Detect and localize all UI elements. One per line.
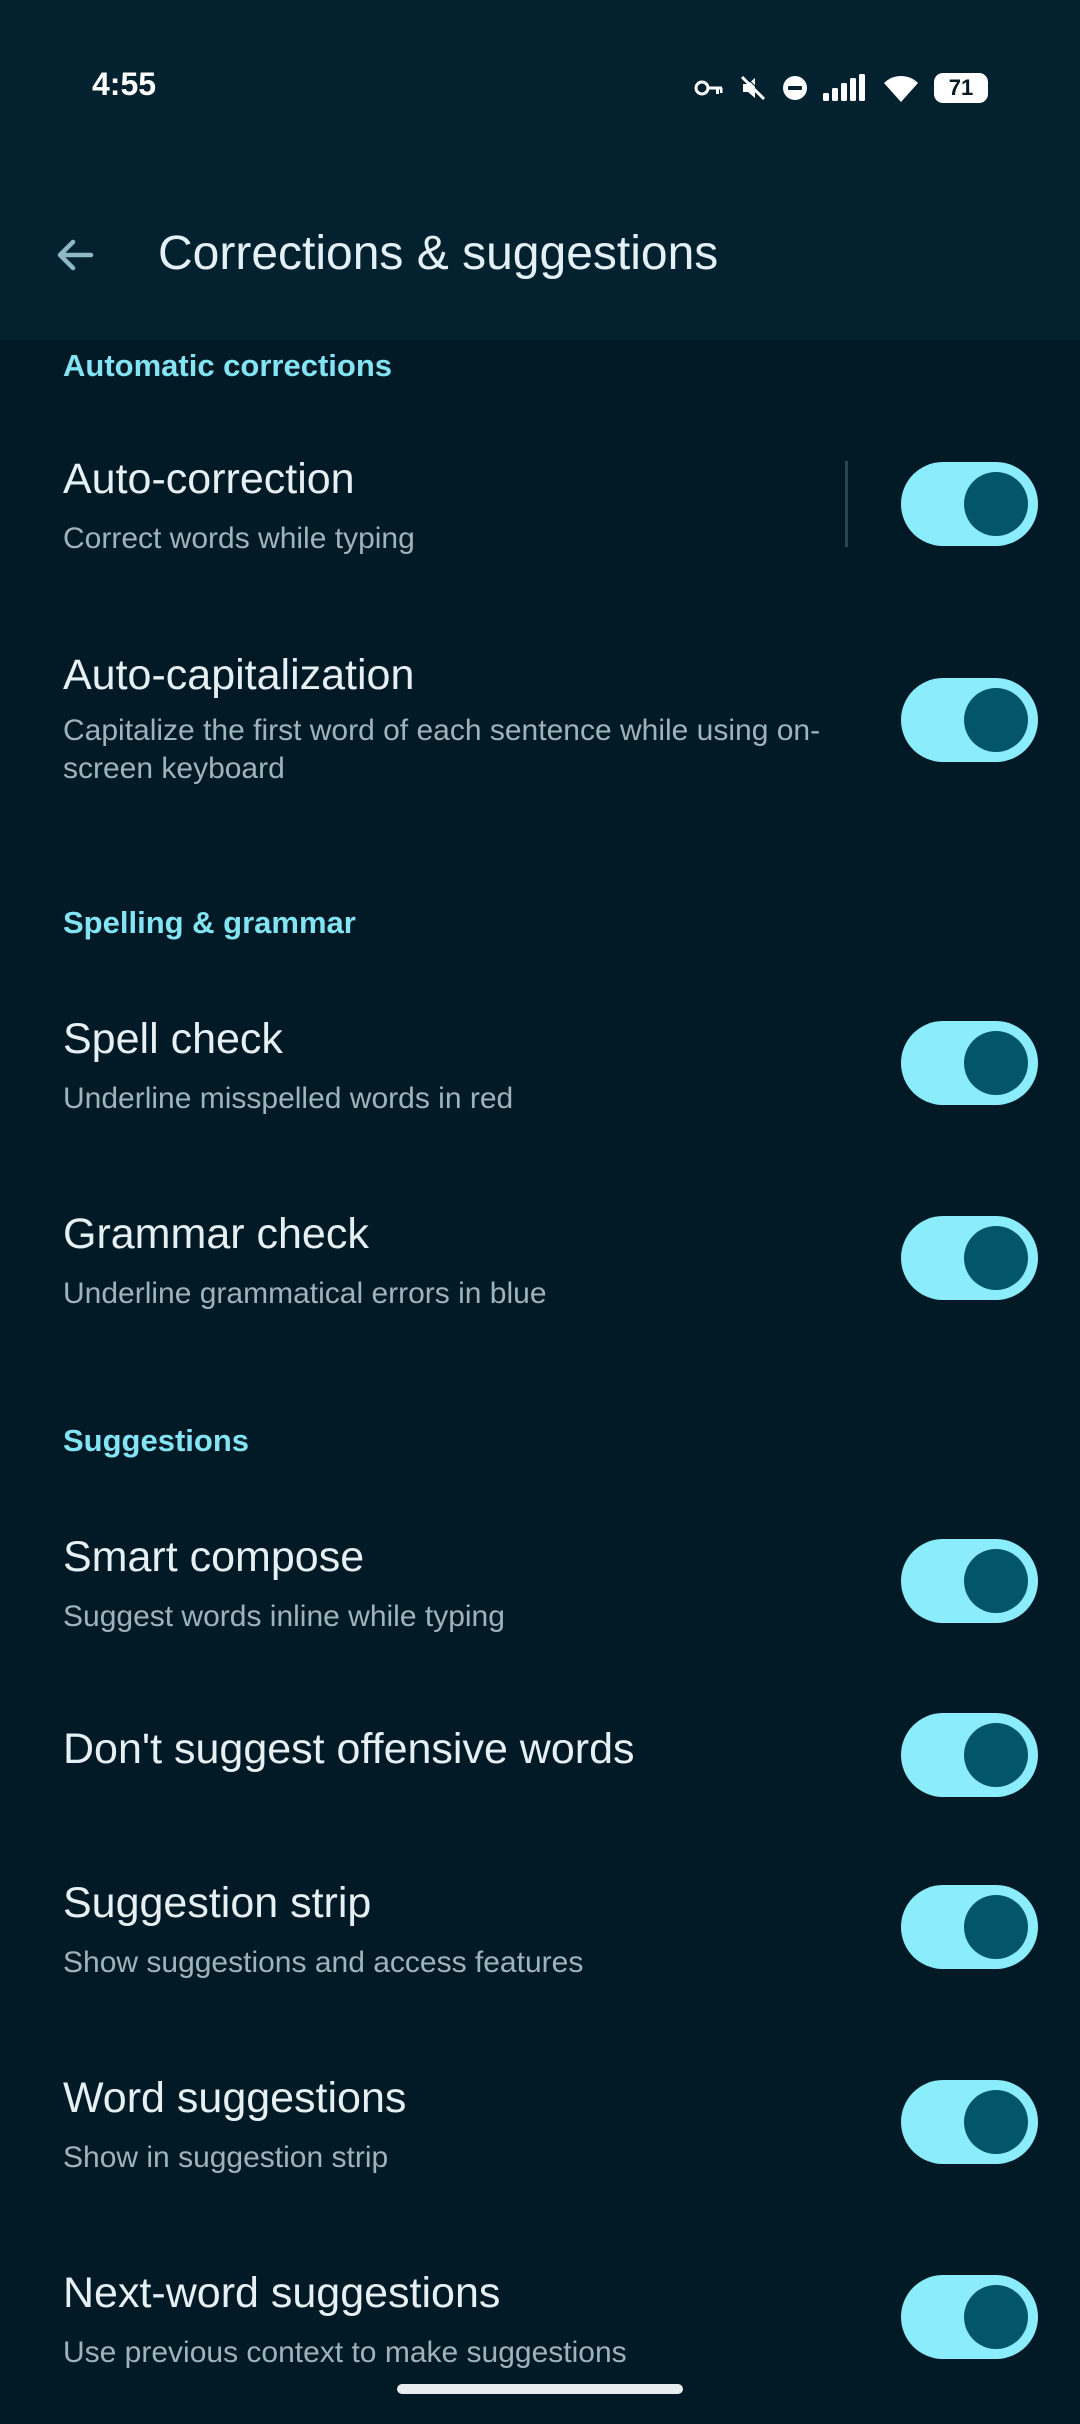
auto-capitalization-toggle[interactable]	[901, 678, 1038, 762]
setting-suggestion-strip[interactable]: Suggestion strip Show suggestions and ac…	[0, 1864, 1080, 2014]
toggle-thumb	[964, 1226, 1028, 1290]
toggle-thumb	[964, 1895, 1028, 1959]
vpn-key-icon	[694, 66, 724, 110]
setting-title: Grammar check	[63, 1210, 369, 1258]
section-spelling-grammar: Spelling & grammar	[63, 905, 356, 940]
setting-title: Next-word suggestions	[63, 2269, 501, 2317]
setting-spell-check[interactable]: Spell check Underline misspelled words i…	[0, 1000, 1080, 1150]
dnd-icon	[782, 66, 808, 110]
toggle-thumb	[964, 1031, 1028, 1095]
setting-next-word-suggestions[interactable]: Next-word suggestions Use previous conte…	[0, 2254, 1080, 2404]
toggle-thumb	[964, 1549, 1028, 1613]
setting-word-suggestions[interactable]: Word suggestions Show in suggestion stri…	[0, 2059, 1080, 2209]
top-app-bar: 4:55 71 Corrections & suggestions	[0, 0, 1080, 340]
back-button[interactable]	[40, 220, 110, 290]
home-gesture-bar[interactable]	[397, 2384, 683, 2394]
setting-title: Don't suggest offensive words	[63, 1725, 635, 1773]
toggle-thumb	[964, 688, 1028, 752]
page-title: Corrections & suggestions	[158, 227, 719, 280]
setting-subtitle: Show suggestions and access features	[63, 1946, 584, 1979]
setting-subtitle: Underline grammatical errors in blue	[63, 1277, 547, 1310]
offensive-words-toggle[interactable]	[901, 1713, 1038, 1797]
setting-subtitle: Underline misspelled words in red	[63, 1082, 514, 1115]
toggle-thumb	[964, 1723, 1028, 1787]
setting-title: Spell check	[63, 1015, 283, 1063]
section-suggestions: Suggestions	[63, 1423, 250, 1458]
setting-title: Auto-correction	[63, 455, 355, 503]
setting-subtitle: Capitalize the first word of each senten…	[63, 714, 821, 785]
smart-compose-toggle[interactable]	[901, 1539, 1038, 1623]
setting-auto-capitalization[interactable]: Auto-capitalization Capitalize the first…	[0, 636, 1080, 816]
grammar-check-toggle[interactable]	[901, 1216, 1038, 1300]
toggle-thumb	[964, 2090, 1028, 2154]
setting-auto-correction[interactable]: Auto-correction Correct words while typi…	[0, 440, 1080, 590]
word-suggestions-toggle[interactable]	[901, 2080, 1038, 2164]
status-icons: 71	[694, 66, 988, 110]
setting-smart-compose[interactable]: Smart compose Suggest words inline while…	[0, 1518, 1080, 1668]
setting-title: Auto-capitalization	[63, 651, 415, 699]
setting-subtitle: Use previous context to make suggestions	[63, 2336, 627, 2369]
setting-offensive-words[interactable]: Don't suggest offensive words	[0, 1710, 1080, 1830]
signal-icon	[822, 66, 868, 110]
setting-title: Smart compose	[63, 1533, 365, 1581]
auto-correction-toggle[interactable]	[901, 462, 1038, 546]
setting-subtitle: Suggest words inline while typing	[63, 1600, 505, 1633]
setting-title: Word suggestions	[63, 2074, 407, 2122]
setting-grammar-check[interactable]: Grammar check Underline grammatical erro…	[0, 1195, 1080, 1345]
battery-icon: 71	[934, 73, 988, 103]
next-word-suggestions-toggle[interactable]	[901, 2275, 1038, 2359]
divider	[845, 461, 848, 547]
wifi-icon	[882, 66, 920, 110]
section-automatic-corrections: Automatic corrections	[63, 348, 393, 383]
arrow-left-icon	[57, 239, 94, 271]
toggle-thumb	[964, 2285, 1028, 2349]
toggle-thumb	[964, 472, 1028, 536]
settings-screen: 4:55 71 Corrections & suggestions Automa…	[0, 0, 1080, 2424]
setting-subtitle: Correct words while typing	[63, 522, 415, 555]
setting-title: Suggestion strip	[63, 1879, 372, 1927]
setting-subtitle: Show in suggestion strip	[63, 2141, 389, 2174]
mute-icon	[738, 66, 768, 110]
status-time: 4:55	[92, 66, 157, 102]
spell-check-toggle[interactable]	[901, 1021, 1038, 1105]
suggestion-strip-toggle[interactable]	[901, 1885, 1038, 1969]
